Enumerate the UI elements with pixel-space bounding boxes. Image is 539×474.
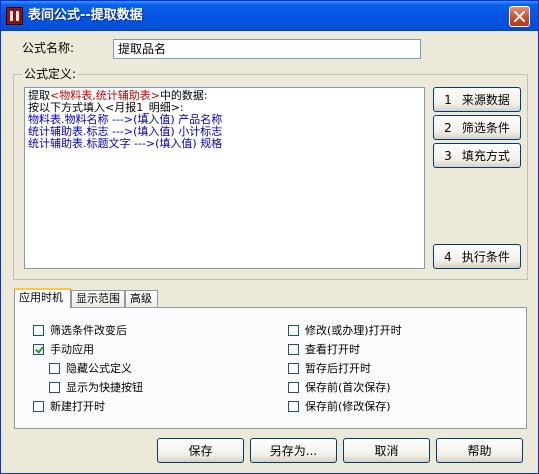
- close-button[interactable]: [509, 6, 530, 27]
- dialog-window: 表间公式--提取数据 公式名称: 提取品名 公式定义: 提取<物料表,统计辅助表…: [0, 0, 539, 474]
- checkbox[interactable]: [49, 362, 60, 374]
- option-new-open[interactable]: 新建打开时: [33, 398, 105, 414]
- checkbox[interactable]: [288, 362, 299, 374]
- option-modify-open[interactable]: 修改(或办理)打开时: [288, 322, 402, 338]
- title-bar[interactable]: 表间公式--提取数据: [1, 1, 538, 31]
- formula-definition-text[interactable]: 提取<物料表,统计辅助表>中的数据: 按以下方式填入<月报1_明细>: 物料表.…: [24, 87, 425, 269]
- tab-panel: 筛选条件改变后 手动应用 隐藏公式定义 显示为快捷按钮 新建打开时 修改(或办理…: [14, 307, 527, 429]
- source-data-button[interactable]: 1 来源数据: [433, 87, 521, 112]
- formula-line-5: 统计辅助表.标题文字 --->(填入值) 规格: [28, 137, 223, 150]
- save-button[interactable]: 保存: [157, 438, 244, 463]
- checkbox[interactable]: [288, 381, 299, 393]
- option-before-modify-save[interactable]: 保存前(修改保存): [288, 398, 391, 414]
- checkbox[interactable]: [33, 400, 44, 412]
- save-as-button[interactable]: 另存为...: [250, 438, 337, 463]
- formula-definition-label: 公式定义:: [22, 67, 79, 81]
- checkbox[interactable]: [288, 400, 299, 412]
- tab-apply-timing[interactable]: 应用时机: [14, 288, 71, 308]
- option-view-open[interactable]: 查看打开时: [288, 341, 360, 357]
- window-title: 表间公式--提取数据: [28, 8, 143, 23]
- help-button[interactable]: 帮助: [436, 438, 523, 463]
- option-filter-changed[interactable]: 筛选条件改变后: [33, 322, 127, 338]
- checkbox[interactable]: [288, 324, 299, 336]
- option-before-first-save[interactable]: 保存前(首次保存): [288, 379, 391, 395]
- checkbox[interactable]: [33, 324, 44, 336]
- formula-name-label: 公式名称:: [22, 41, 75, 55]
- tab-advanced[interactable]: 高级: [125, 290, 158, 307]
- option-manual-apply[interactable]: 手动应用: [33, 341, 94, 357]
- fill-method-button[interactable]: 3 填充方式: [433, 143, 521, 168]
- execute-condition-button[interactable]: 4 执行条件: [433, 244, 521, 269]
- app-icon: [6, 7, 23, 25]
- tab-display-range[interactable]: 显示范围: [71, 290, 125, 307]
- close-icon: [514, 11, 525, 22]
- filter-condition-button[interactable]: 2 筛选条件: [433, 115, 521, 140]
- option-after-draft-open[interactable]: 暂存后打开时: [288, 360, 371, 376]
- checkbox[interactable]: [49, 381, 60, 393]
- option-shortcut-button[interactable]: 显示为快捷按钮: [49, 379, 143, 395]
- checkbox[interactable]: [288, 343, 299, 355]
- formula-name-input[interactable]: 提取品名: [113, 39, 421, 59]
- checkbox[interactable]: [33, 343, 44, 355]
- option-hide-formula[interactable]: 隐藏公式定义: [49, 360, 132, 376]
- cancel-button[interactable]: 取消: [343, 438, 430, 463]
